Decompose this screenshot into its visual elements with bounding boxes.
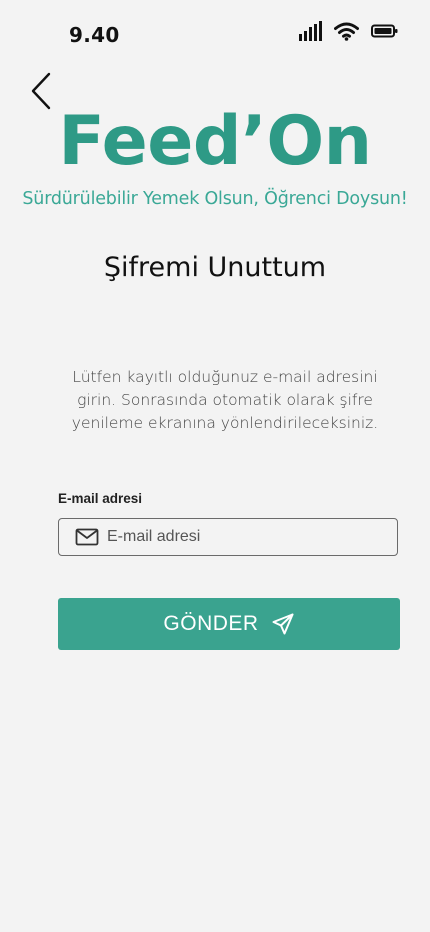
brand-subtitle: Sürdürülebilir Yemek Olsun, Öğrenci Doys… xyxy=(22,189,408,209)
page-title: Şifremi Unuttum xyxy=(103,252,327,283)
signal-icon xyxy=(298,21,322,41)
wifi-icon xyxy=(334,22,359,41)
instruction-text: Lütfen kayıtlı olduğunuz e-mail adresini… xyxy=(71,368,379,432)
status-time: 9.40 xyxy=(69,23,120,47)
email-input[interactable] xyxy=(107,528,367,546)
send-button-label: GÖNDER xyxy=(163,612,259,635)
battery-icon xyxy=(371,24,398,38)
send-icon xyxy=(271,612,295,636)
email-field[interactable] xyxy=(58,518,398,556)
send-button[interactable]: GÖNDER xyxy=(58,598,400,650)
mail-icon xyxy=(75,528,99,546)
email-label: E-mail adresi xyxy=(58,491,143,506)
brand-title: Feed’On xyxy=(58,102,372,181)
status-icons xyxy=(298,21,398,41)
